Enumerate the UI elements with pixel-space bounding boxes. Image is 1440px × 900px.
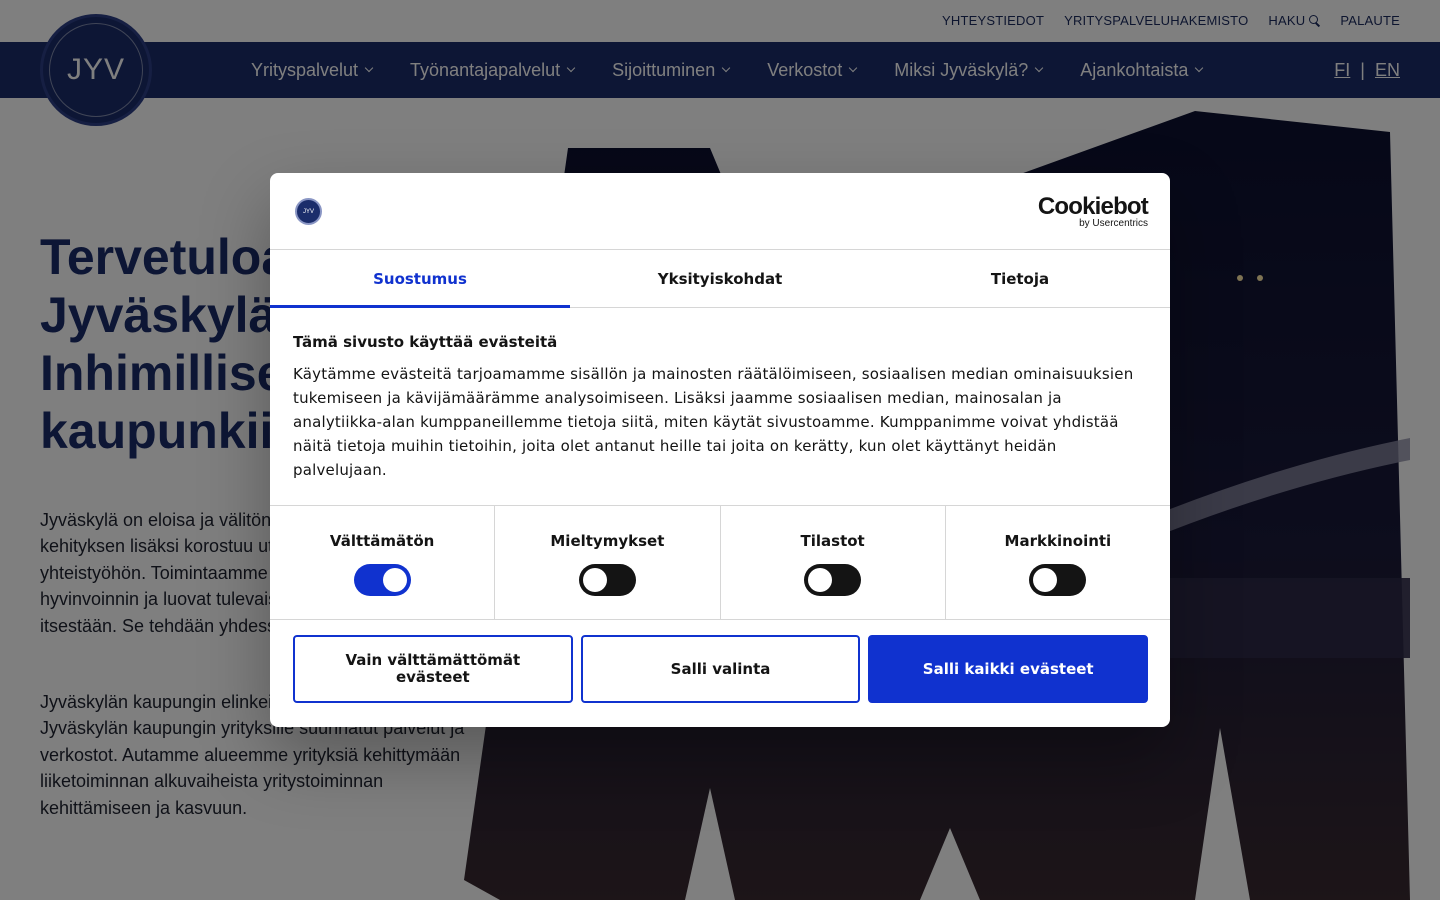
necessary-toggle[interactable] <box>353 564 411 596</box>
consent-categories: Välttämätön Mieltymykset Tilastot Markki… <box>270 505 1170 620</box>
allow-selection-button[interactable]: Salli valinta <box>580 635 861 703</box>
tab-details[interactable]: Yksityiskohdat <box>570 250 870 307</box>
category-label: Välttämätön <box>329 532 435 550</box>
allow-all-button[interactable]: Salli kaikki evästeet <box>868 635 1149 703</box>
category-label: Mieltymykset <box>550 532 665 550</box>
logo-small-text: JYV <box>302 208 314 215</box>
category-necessary: Välttämätön <box>270 506 496 619</box>
dialog-actions: Vain välttämättömät evästeet Salli valin… <box>293 635 1149 703</box>
cookie-consent-dialog: JYV Cookiebot by Usercentrics Suostumus … <box>270 173 1170 727</box>
marketing-toggle[interactable] <box>1029 564 1087 596</box>
category-label: Markkinointi <box>1004 532 1112 550</box>
category-label: Tilastot <box>800 532 865 550</box>
toggle-knob <box>582 568 607 592</box>
tab-about[interactable]: Tietoja <box>870 250 1170 307</box>
cookiebot-name: Cookiebot <box>1037 193 1149 220</box>
dialog-description: Käytämme evästeitä tarjoamamme sisällön … <box>293 365 1134 479</box>
site-logo-small: JYV <box>295 198 322 225</box>
cookiebot-logo[interactable]: Cookiebot by Usercentrics <box>1037 193 1149 230</box>
toggle-knob <box>808 568 833 592</box>
preferences-toggle[interactable] <box>578 564 636 596</box>
category-marketing: Markkinointi <box>946 506 1170 619</box>
dialog-header: JYV Cookiebot by Usercentrics <box>270 173 1170 250</box>
category-preferences: Mieltymykset <box>495 506 721 619</box>
toggle-knob <box>1033 568 1058 592</box>
dialog-tabs: Suostumus Yksityiskohdat Tietoja <box>270 250 1170 308</box>
dialog-heading: Tämä sivusto käyttää evästeitä <box>293 333 558 351</box>
statistics-toggle[interactable] <box>804 564 862 596</box>
category-statistics: Tilastot <box>721 506 946 619</box>
tab-consent[interactable]: Suostumus <box>270 250 570 308</box>
toggle-knob <box>382 568 407 592</box>
allow-necessary-button[interactable]: Vain välttämättömät evästeet <box>293 635 573 703</box>
